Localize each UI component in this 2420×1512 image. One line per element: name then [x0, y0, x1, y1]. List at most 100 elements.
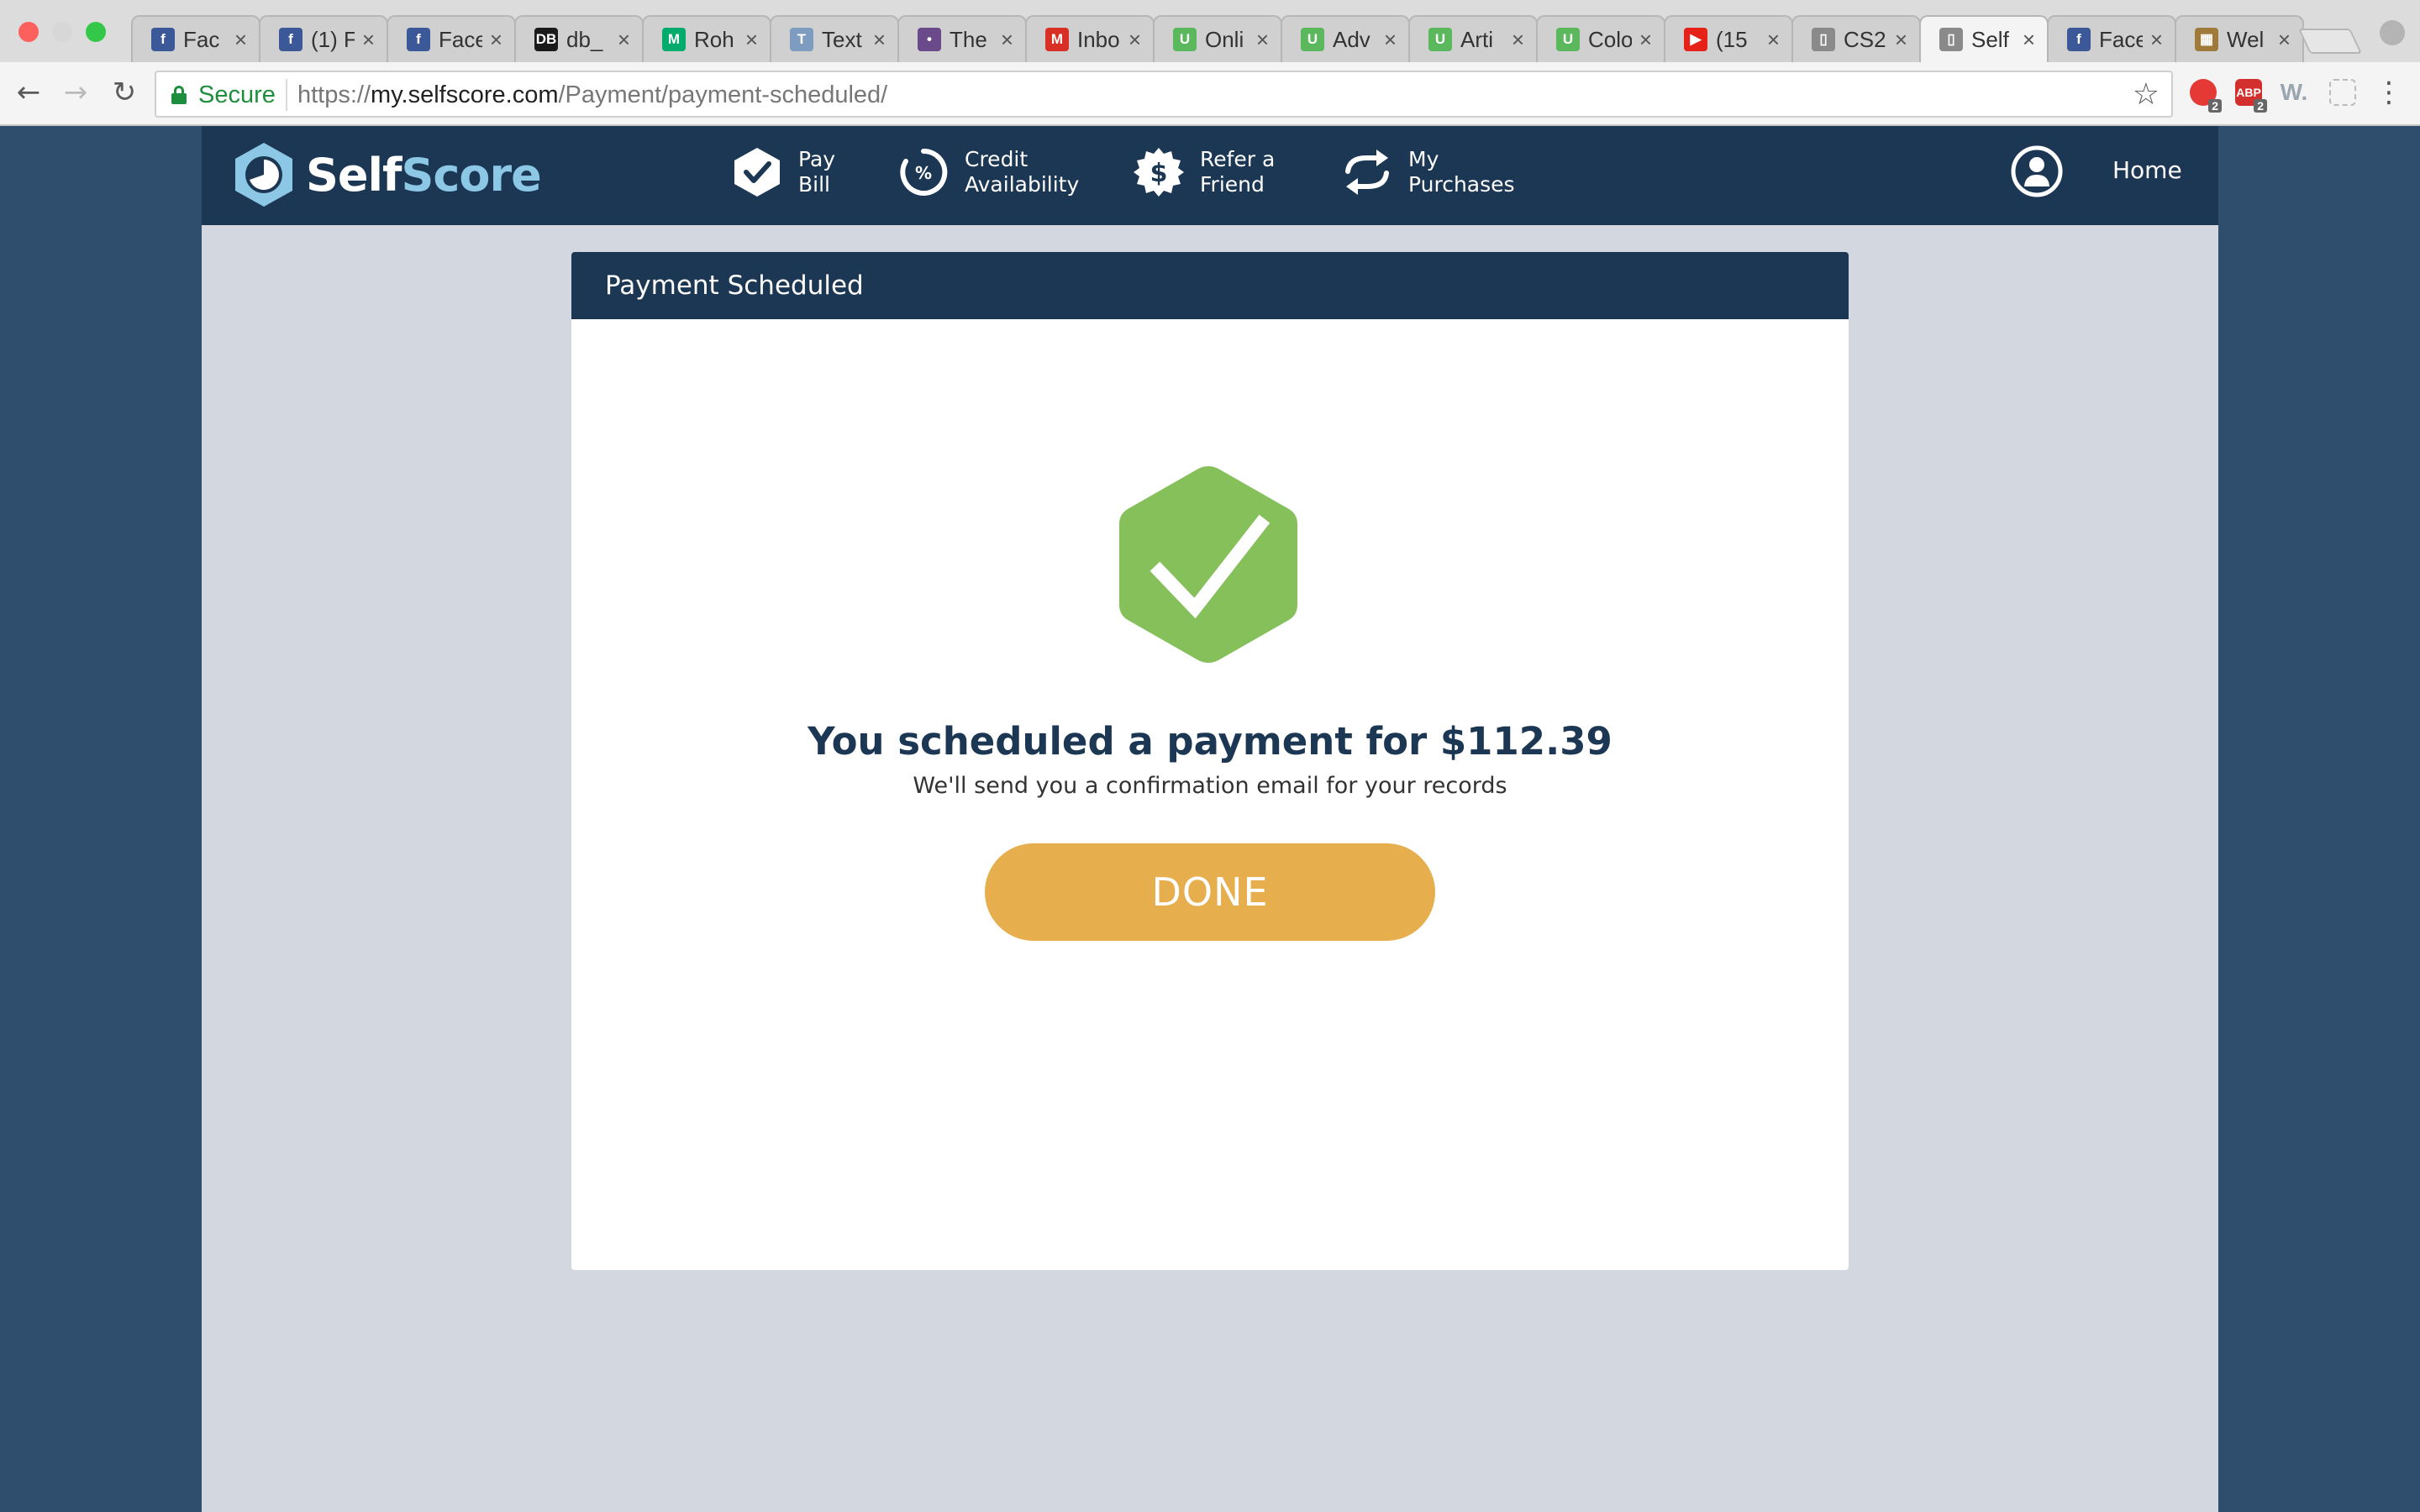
tab-close-icon[interactable]: × [1639, 27, 1652, 53]
tab-close-icon[interactable]: × [490, 27, 502, 53]
tab-close-icon[interactable]: × [2023, 27, 2035, 53]
tab-close-icon[interactable]: × [234, 27, 247, 53]
adblock-label: ABP [2236, 86, 2261, 99]
reload-icon[interactable]: ↻ [108, 76, 141, 109]
close-window-button[interactable] [18, 22, 39, 42]
tab-close-icon[interactable]: × [1001, 27, 1013, 53]
tab-close-icon[interactable]: × [1256, 27, 1269, 53]
tab-close-icon[interactable]: × [1384, 27, 1397, 53]
facebook-icon: f [2067, 28, 2091, 51]
tab-close-icon[interactable]: × [2150, 27, 2163, 53]
tab-close-icon[interactable]: × [873, 27, 886, 53]
svg-text:$: $ [1150, 159, 1168, 188]
browser-tab[interactable]: T Text × [770, 15, 899, 62]
browser-tab-title: CS2 [1844, 26, 1886, 52]
browser-tab[interactable]: U Colo × [1536, 15, 1665, 62]
card-header: Payment Scheduled [571, 252, 1849, 319]
upwork-icon: U [1428, 28, 1452, 51]
browser-tab[interactable]: ▯ CS2 × [1791, 15, 1921, 62]
done-button[interactable]: DONE [985, 843, 1435, 941]
upwork-icon: U [1556, 28, 1580, 51]
upwork-icon: U [1173, 28, 1197, 51]
browser-tab[interactable]: f Face × [387, 15, 516, 62]
word-extension-icon[interactable]: W. [2281, 79, 2308, 106]
nav-credit-availability[interactable]: % Credit Availability [897, 146, 1079, 198]
tab-list: f Fac × f (1) F × f Face × DB db_ × M Roh × T Text × • The ×… [131, 15, 2304, 62]
selfscore-logo[interactable]: SelfScore [234, 141, 542, 208]
nav-my-purchases[interactable]: My Purchases [1341, 146, 1515, 198]
tab-close-icon[interactable]: × [1512, 27, 1524, 53]
profile-icon[interactable] [2380, 20, 2405, 45]
site-header: SelfScore Pay Bill % Credit Availability… [202, 126, 2218, 225]
browser-tab[interactable]: ▦ Wel × [2175, 15, 2304, 62]
logo-score: Score [401, 148, 542, 202]
tab-close-icon[interactable]: × [2278, 27, 2291, 53]
lock-icon [171, 86, 187, 104]
nav-home-link[interactable]: Home [2112, 156, 2182, 184]
medium-icon: M [662, 28, 686, 51]
browser-tab-title: Arti [1460, 26, 1493, 52]
url-text[interactable]: https://my.selfscore.com/Payment/payment… [297, 81, 887, 109]
browser-tab-title: Self [1971, 26, 2009, 52]
nav-refer-friend[interactable]: $ Refer a Friend [1133, 146, 1275, 198]
tab-close-icon[interactable]: × [1767, 27, 1780, 53]
address-separator [286, 79, 287, 111]
browser-tab[interactable]: U Arti × [1408, 15, 1538, 62]
text-icon: T [790, 28, 813, 51]
minimize-window-button[interactable] [52, 22, 72, 42]
facebook-icon: f [279, 28, 302, 51]
secure-label: Secure [198, 81, 276, 108]
exchange-arrows-icon [1345, 150, 1389, 195]
browser-tab-title: (15 [1716, 26, 1748, 52]
new-tab-button[interactable] [2298, 29, 2362, 54]
browser-tab[interactable]: f Face × [2047, 15, 2176, 62]
forward-arrow-icon[interactable]: → [59, 76, 92, 109]
nav-pay-bill[interactable]: Pay Bill [731, 146, 835, 198]
extension-badge: 2 [2254, 99, 2267, 113]
avatar-icon: • [918, 28, 941, 51]
browser-tab[interactable]: ▯ Self × [1919, 15, 2049, 62]
db-icon: DB [534, 28, 558, 51]
browser-tab-title: (1) F [311, 26, 355, 52]
tab-close-icon[interactable]: × [362, 27, 375, 53]
nav-refer-friend-label: Refer a Friend [1200, 147, 1276, 197]
browser-tab-title: Colo [1588, 26, 1632, 52]
browser-toolbar: ← → ↻ Secure https://my.selfscore.com/Pa… [0, 62, 2420, 126]
browser-tab[interactable]: M Inbo × [1025, 15, 1155, 62]
tab-close-icon[interactable]: × [1128, 27, 1141, 53]
browser-tab[interactable]: M Roh × [642, 15, 771, 62]
back-arrow-icon[interactable]: ← [12, 76, 45, 109]
address-bar[interactable]: Secure https://my.selfscore.com/Payment/… [155, 71, 2173, 118]
browser-tab-title: Roh [694, 26, 734, 52]
browser-tab[interactable]: U Adv × [1281, 15, 1410, 62]
document-icon: ▯ [1812, 28, 1835, 51]
tab-close-icon[interactable]: × [745, 27, 758, 53]
confirmation-email-note: We'll send you a confirmation email for … [913, 773, 1507, 799]
logo-self: Self [306, 148, 402, 202]
browser-tab-title: db_ [566, 26, 603, 52]
browser-tab[interactable]: • The × [897, 15, 1027, 62]
browser-tab[interactable]: f (1) F × [259, 15, 388, 62]
extension-red-icon[interactable]: 2 [2190, 79, 2222, 113]
extension-placeholder-icon[interactable] [2329, 79, 2356, 106]
tab-close-icon[interactable]: × [1895, 27, 1907, 53]
maximize-window-button[interactable] [86, 22, 106, 42]
youtube-icon: ▶ [1684, 28, 1707, 51]
user-account-icon[interactable] [2010, 144, 2064, 198]
logo-hexagon-icon [235, 143, 292, 207]
payment-confirmation-heading: You scheduled a payment for $112.39 [808, 719, 1612, 764]
success-checkmark-icon [1119, 466, 1297, 663]
url-path: /Payment/payment-scheduled/ [558, 81, 888, 108]
facebook-icon: f [407, 28, 430, 51]
tab-close-icon[interactable]: × [618, 27, 630, 53]
browser-tab[interactable]: DB db_ × [514, 15, 644, 62]
browser-tab[interactable]: f Fac × [131, 15, 260, 62]
gmail-icon: M [1045, 28, 1069, 51]
bookmark-star-icon[interactable]: ☆ [2133, 77, 2160, 112]
app-icon: ▦ [2195, 28, 2218, 51]
menu-kebab-icon[interactable]: ⋮ [2375, 76, 2403, 109]
browser-tab[interactable]: ▶ (15 × [1664, 15, 1793, 62]
logo-wordmark: SelfScore [306, 148, 542, 202]
adblock-icon[interactable]: ABP 2 [2235, 79, 2267, 113]
browser-tab[interactable]: U Onli × [1153, 15, 1282, 62]
